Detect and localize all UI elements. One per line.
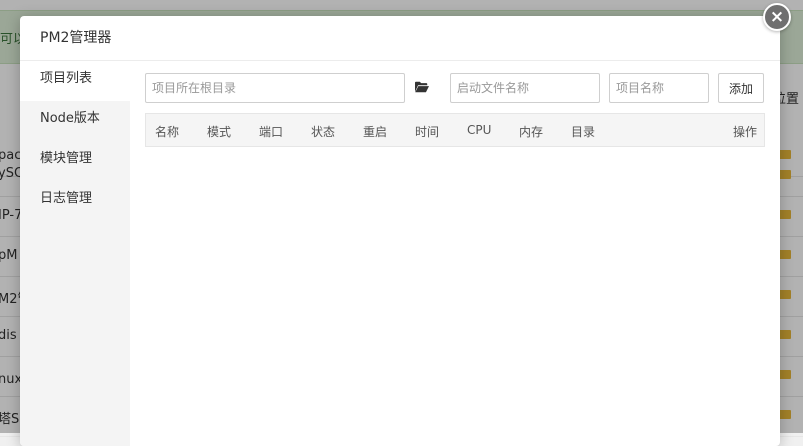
folder-open-icon[interactable] [415, 81, 429, 93]
column-header-status: 状态 [311, 125, 336, 139]
startup-file-input[interactable] [450, 73, 600, 103]
project-list-panel: 添加 名称 模式 端口 状态 重启 时间 CPU 内存 目录 操作 [145, 73, 765, 147]
project-table-header: 名称 模式 端口 状态 重启 时间 CPU 内存 目录 操作 [145, 113, 765, 147]
column-header-name: 名称 [155, 125, 180, 139]
dialog-title: PM2管理器 [20, 16, 780, 61]
pm2-manager-dialog: PM2管理器 项目列表 Node版本 模块管理 日志管理 添加 名称 模式 端口… [20, 16, 780, 446]
sidebar-item-log-management[interactable]: 日志管理 [20, 181, 130, 221]
dialog-sidebar: 项目列表 Node版本 模块管理 日志管理 [20, 61, 130, 446]
sidebar-item-project-list[interactable]: 项目列表 [20, 61, 130, 101]
column-header-memory: 内存 [519, 125, 544, 139]
column-header-actions: 操作 [733, 125, 758, 139]
project-root-input[interactable] [145, 73, 405, 103]
column-header-mode: 模式 [207, 125, 232, 139]
column-header-port: 端口 [259, 125, 284, 139]
project-name-input[interactable] [609, 73, 709, 103]
close-icon: × [769, 7, 785, 27]
add-project-button[interactable]: 添加 [718, 73, 764, 103]
add-project-toolbar: 添加 [145, 73, 765, 103]
close-dialog-button[interactable]: × [763, 3, 791, 31]
column-header-restart: 重启 [363, 125, 388, 139]
column-header-time: 时间 [415, 125, 440, 139]
column-header-directory: 目录 [571, 125, 596, 139]
column-header-cpu: CPU [467, 123, 492, 137]
sidebar-item-module-management[interactable]: 模块管理 [20, 141, 130, 181]
sidebar-item-node-version[interactable]: Node版本 [20, 101, 130, 141]
